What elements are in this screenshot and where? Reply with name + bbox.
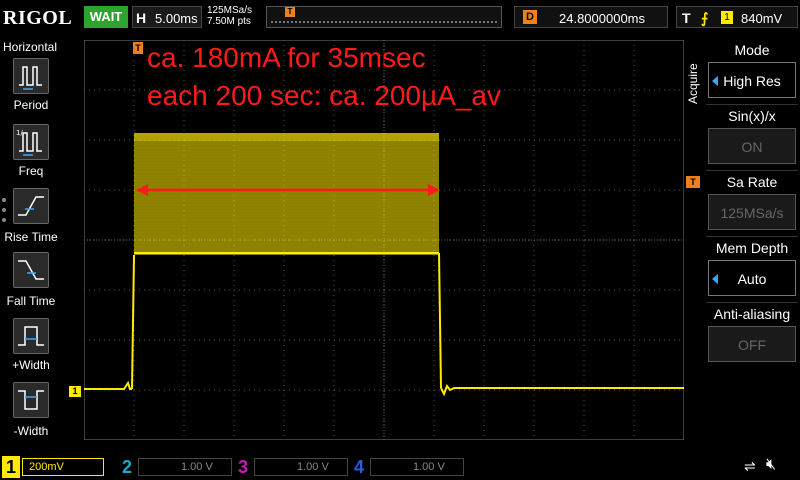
svg-text:1/: 1/ bbox=[16, 129, 23, 137]
ch4-scale: 1.00 V bbox=[370, 458, 464, 476]
mode-label: Mode bbox=[734, 42, 770, 58]
sinx-menu-item[interactable]: Sin(x)/x ON bbox=[706, 106, 798, 171]
fall-time-icon bbox=[18, 260, 44, 280]
rise-time-icon bbox=[18, 196, 44, 216]
delay-value: 24.8000000ms bbox=[559, 11, 646, 26]
trigger-level-icon[interactable]: T bbox=[686, 176, 700, 188]
sa-rate-label: Sa Rate bbox=[726, 174, 778, 190]
rise-time-button[interactable] bbox=[13, 188, 49, 224]
horizontal-timebase[interactable]: H 5.00ms bbox=[132, 6, 202, 28]
mode-menu-item[interactable]: Mode High Res bbox=[706, 40, 798, 105]
ch2-scale: 1.00 V bbox=[138, 458, 232, 476]
period-button[interactable] bbox=[13, 58, 49, 94]
rigol-logo: RIGOL bbox=[3, 7, 73, 29]
frequency-icon: 1/ bbox=[16, 129, 42, 156]
sinx-value[interactable]: ON bbox=[708, 128, 796, 164]
frequency-button[interactable]: 1/ bbox=[13, 124, 49, 160]
ch3-number: 3 bbox=[237, 457, 248, 477]
trigger-source-badge: 1 bbox=[721, 11, 733, 24]
anti-aliasing-menu-item[interactable]: Anti-aliasing OFF bbox=[706, 304, 798, 362]
mode-value[interactable]: High Res bbox=[708, 62, 796, 98]
memory-position-bar[interactable]: T bbox=[266, 6, 502, 28]
sample-rate-value: 125MSa/s bbox=[207, 5, 253, 16]
memory-wave-preview bbox=[271, 13, 497, 23]
trigger-position-icon[interactable]: T bbox=[133, 42, 143, 54]
period-label: Period bbox=[13, 98, 49, 112]
timebase-value: 5.00ms bbox=[155, 11, 198, 26]
rising-edge-icon: ⨍ bbox=[701, 10, 709, 26]
ch2-number: 2 bbox=[121, 457, 132, 477]
mem-depth-menu-item[interactable]: Mem Depth Auto bbox=[706, 238, 798, 303]
run-status-badge[interactable]: WAIT bbox=[84, 6, 128, 28]
top-status-bar: RIGOL WAIT H 5.00ms 125MSa/s 7.50M pts T… bbox=[0, 0, 800, 36]
positive-width-button[interactable] bbox=[13, 318, 49, 354]
anti-aliasing-label: Anti-aliasing bbox=[713, 306, 791, 322]
menu-title: Acquire bbox=[686, 63, 700, 104]
channel-status-bar: 1 200mV 2 1.00 V 3 1.00 V 4 1.00 V ⇌ 🔇︎ bbox=[0, 452, 800, 480]
speaker-mute-icon[interactable]: 🔇︎ bbox=[766, 456, 776, 474]
anti-aliasing-value[interactable]: OFF bbox=[708, 326, 796, 362]
ch1-trace bbox=[84, 133, 684, 397]
mem-depth-label: Mem Depth bbox=[715, 240, 789, 256]
positive-width-label: +Width bbox=[12, 358, 50, 372]
negative-width-button[interactable] bbox=[13, 382, 49, 418]
period-icon bbox=[19, 66, 42, 90]
select-arrow-icon bbox=[712, 274, 718, 284]
waveform-display[interactable]: ca. 180mA for 35msec each 200 sec: ca. 2… bbox=[84, 40, 684, 440]
horizontal-label: H bbox=[136, 10, 147, 26]
trigger-position-marker: T bbox=[285, 7, 295, 17]
annotation-line-2: each 200 sec: ca. 200µA_av bbox=[147, 80, 501, 111]
sa-rate-value[interactable]: 125MSa/s bbox=[708, 194, 796, 230]
trigger-label: T bbox=[682, 10, 691, 26]
trigger-level-value: 840mV bbox=[741, 11, 783, 26]
panel-title: Horizontal bbox=[3, 40, 58, 54]
trigger-display[interactable]: T ⨍ 1 840mV bbox=[676, 6, 798, 28]
ch4-number: 4 bbox=[353, 457, 364, 477]
annotation-line-1: ca. 180mA for 35msec bbox=[147, 42, 426, 73]
negative-width-label: -Width bbox=[13, 424, 49, 438]
frequency-label: Freq bbox=[18, 164, 44, 178]
sa-rate-menu-item[interactable]: Sa Rate 125MSa/s bbox=[706, 172, 798, 237]
delay-display[interactable]: D 24.8000000ms bbox=[514, 6, 668, 28]
page-dots bbox=[2, 198, 6, 228]
delay-label: D bbox=[523, 10, 537, 24]
acquire-menu: Mode High Res Sin(x)/x ON Sa Rate 125MSa… bbox=[704, 38, 800, 448]
sample-rate-info: 125MSa/s 7.50M pts bbox=[207, 5, 252, 27]
ch1-offset-marker[interactable]: 1 bbox=[69, 386, 81, 397]
select-arrow-icon bbox=[712, 76, 718, 86]
negative-width-icon bbox=[18, 390, 44, 410]
memory-points-value: 7.50M pts bbox=[207, 16, 251, 27]
mem-depth-value[interactable]: Auto bbox=[708, 260, 796, 296]
positive-width-icon bbox=[18, 326, 44, 346]
horizontal-measure-panel: Horizontal Period 1/ Freq Rise Time Fall… bbox=[0, 38, 62, 448]
fall-time-label: Fall Time bbox=[6, 294, 56, 308]
fall-time-button[interactable] bbox=[13, 252, 49, 288]
ch1-scale: 200mV bbox=[22, 458, 104, 476]
ch3-scale: 1.00 V bbox=[254, 458, 348, 476]
ch1-number: 1 bbox=[2, 456, 20, 478]
sinx-label: Sin(x)/x bbox=[728, 108, 776, 124]
usb-icon: ⇌ bbox=[744, 458, 756, 474]
rise-time-label: Rise Time bbox=[4, 230, 58, 244]
